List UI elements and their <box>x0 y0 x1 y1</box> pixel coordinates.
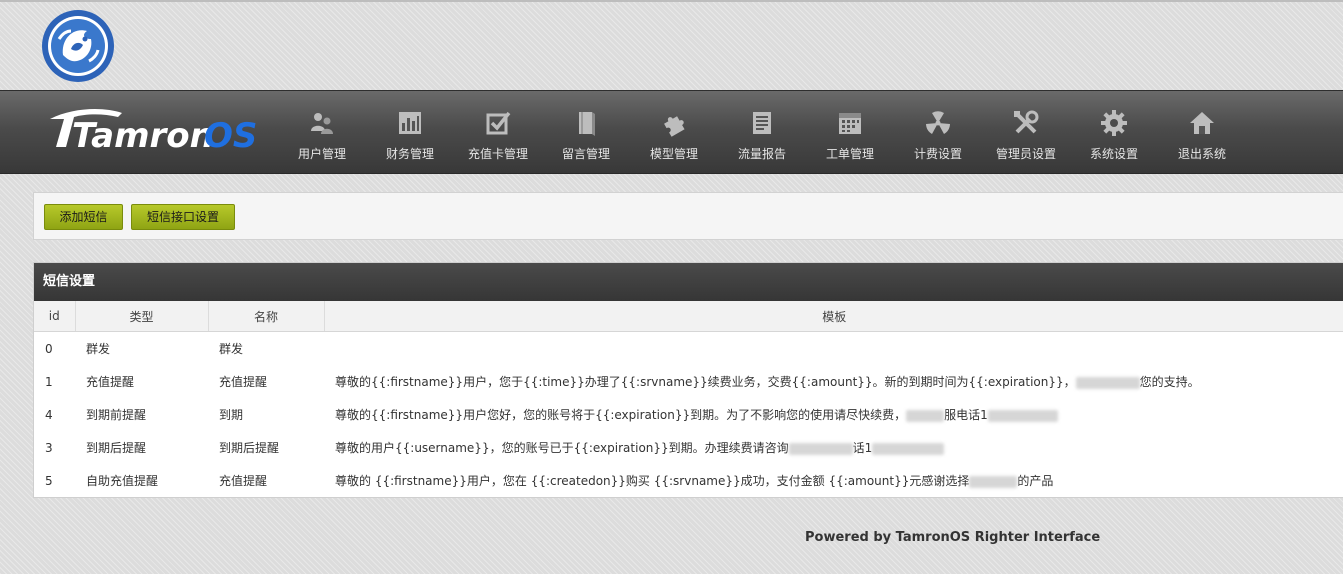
table-row[interactable]: 3 到期后提醒 到期后提醒 尊敬的用户{{:username}}，您的账号已于{… <box>34 431 1343 464</box>
cell-id: 0 <box>45 341 53 356</box>
sms-settings-panel: 短信设置 id 类型 名称 模板 0 群发 群发 1 充值提醒 充值提醒 尊敬的… <box>33 262 1343 498</box>
puzzle-icon <box>664 116 685 137</box>
cell-type: 群发 <box>86 342 111 356</box>
users-icon <box>311 113 333 134</box>
redacted-text <box>906 409 945 422</box>
nav-ticket-management[interactable]: 工单管理 <box>808 109 892 163</box>
add-sms-button[interactable]: 添加短信 <box>44 204 123 230</box>
column-header-template: 模板 <box>324 301 1343 332</box>
table-row[interactable]: 4 到期前提醒 到期 尊敬的{{:firstname}}用户您好，您的账号将于{… <box>34 398 1343 431</box>
nav-billing-settings[interactable]: 计费设置 <box>896 109 980 163</box>
nav-label: 充值卡管理 <box>467 147 528 161</box>
cell-type: 到期前提醒 <box>86 408 147 422</box>
nav-recharge-card-management[interactable]: 充值卡管理 <box>456 109 540 163</box>
redacted-text <box>987 409 1058 422</box>
cell-name: 充值提醒 <box>219 375 268 389</box>
redacted-text <box>872 442 945 455</box>
cell-name: 群发 <box>219 342 244 356</box>
cell-id: 1 <box>45 374 53 389</box>
cell-template: 尊敬的 {{:firstname}}用户，您在 {{:createdon}}购买… <box>324 464 1343 497</box>
action-toolbar: 添加短信 短信接口设置 <box>33 192 1343 240</box>
table-header-row: id 类型 名称 模板 <box>34 301 1343 332</box>
svg-text:Tamron: Tamron <box>72 116 214 155</box>
cell-id: 5 <box>45 473 53 488</box>
nav-user-management[interactable]: 用户管理 <box>280 109 364 163</box>
document-icon <box>753 112 771 134</box>
gear-icon <box>1101 110 1127 136</box>
table-row[interactable]: 0 群发 群发 <box>34 332 1343 366</box>
sms-interface-settings-button[interactable]: 短信接口设置 <box>131 204 235 230</box>
checkbox-icon <box>486 111 511 135</box>
nav-message-management[interactable]: 留言管理 <box>544 109 628 163</box>
book-icon <box>579 112 595 136</box>
nav-label: 计费设置 <box>913 147 962 161</box>
column-header-name: 名称 <box>208 301 325 332</box>
nav-label: 财务管理 <box>385 147 434 161</box>
cell-name: 到期后提醒 <box>219 441 280 455</box>
nav-label: 流量报告 <box>737 147 786 161</box>
sms-template-table: id 类型 名称 模板 0 群发 群发 1 充值提醒 充值提醒 尊敬的{{:fi… <box>34 301 1343 497</box>
tools-icon <box>1014 110 1039 134</box>
main-navbar: Tamron OS 用户管理 财务管理 充值卡管理 留言管理 模型管理 流量报告… <box>0 90 1343 174</box>
nav-label: 留言管理 <box>561 147 610 161</box>
header-top <box>0 0 1343 90</box>
nav-label: 管理员设置 <box>995 147 1056 161</box>
emblem-logo-icon <box>42 10 114 82</box>
template-text: 尊敬的{{:firstname}}用户，您于{{:time}}办理了{{:srv… <box>335 375 1076 389</box>
bar-chart-icon <box>399 112 421 134</box>
template-tail: 服电话1 <box>944 408 988 422</box>
cell-name: 充值提醒 <box>219 474 268 488</box>
svg-text:OS: OS <box>204 116 257 155</box>
nav-label: 用户管理 <box>297 147 346 161</box>
radiation-icon <box>926 111 950 134</box>
cell-id: 4 <box>45 407 53 422</box>
column-header-id: id <box>34 301 76 332</box>
cell-id: 3 <box>45 440 53 455</box>
nav-logout[interactable]: 退出系统 <box>1160 109 1244 163</box>
redacted-text <box>788 442 853 455</box>
cell-template: 尊敬的{{:firstname}}用户您好，您的账号将于{{:expiratio… <box>324 398 1343 431</box>
nav-label: 退出系统 <box>1177 147 1226 161</box>
nav-label: 工单管理 <box>825 147 874 161</box>
nav-system-settings[interactable]: 系统设置 <box>1072 109 1156 163</box>
tamronos-brand-logo: Tamron OS <box>50 109 257 155</box>
redacted-text <box>1075 376 1140 389</box>
footer-powered-by: Powered by TamronOS Righter Interface <box>805 530 1101 545</box>
nav-finance-management[interactable]: 财务管理 <box>368 109 452 163</box>
table-row[interactable]: 5 自助充值提醒 充值提醒 尊敬的 {{:firstname}}用户，您在 {{… <box>34 464 1343 497</box>
nav-admin-settings[interactable]: 管理员设置 <box>984 109 1068 163</box>
cell-type: 到期后提醒 <box>86 441 147 455</box>
template-tail: 话1 <box>852 441 873 455</box>
nav-model-management[interactable]: 模型管理 <box>632 109 716 163</box>
nav-label: 系统设置 <box>1089 147 1138 161</box>
home-icon <box>1190 112 1214 134</box>
calendar-icon <box>839 113 861 134</box>
cell-template: 尊敬的用户{{:username}}，您的账号已于{{:expiration}}… <box>324 431 1343 464</box>
template-text: 尊敬的{{:firstname}}用户您好，您的账号将于{{:expiratio… <box>335 408 907 422</box>
cell-type: 自助充值提醒 <box>86 474 159 488</box>
template-text: 尊敬的 {{:firstname}}用户，您在 {{:createdon}}购买… <box>335 474 970 488</box>
table-row[interactable]: 1 充值提醒 充值提醒 尊敬的{{:firstname}}用户，您于{{:tim… <box>34 365 1343 398</box>
column-header-type: 类型 <box>75 301 209 332</box>
template-tail: 您的支持。 <box>1139 375 1200 389</box>
cell-name: 到期 <box>219 408 244 422</box>
top-border <box>0 0 1343 2</box>
cell-type: 充值提醒 <box>86 375 135 389</box>
nav-traffic-report[interactable]: 流量报告 <box>720 109 804 163</box>
panel-title: 短信设置 <box>34 263 1343 301</box>
cell-template: 尊敬的{{:firstname}}用户，您于{{:time}}办理了{{:srv… <box>324 365 1343 398</box>
nav-label: 模型管理 <box>649 147 698 161</box>
redacted-text <box>969 475 1018 488</box>
cell-template <box>324 332 1343 366</box>
template-text: 尊敬的用户{{:username}}，您的账号已于{{:expiration}}… <box>335 441 789 455</box>
template-tail: 的产品 <box>1017 474 1054 488</box>
